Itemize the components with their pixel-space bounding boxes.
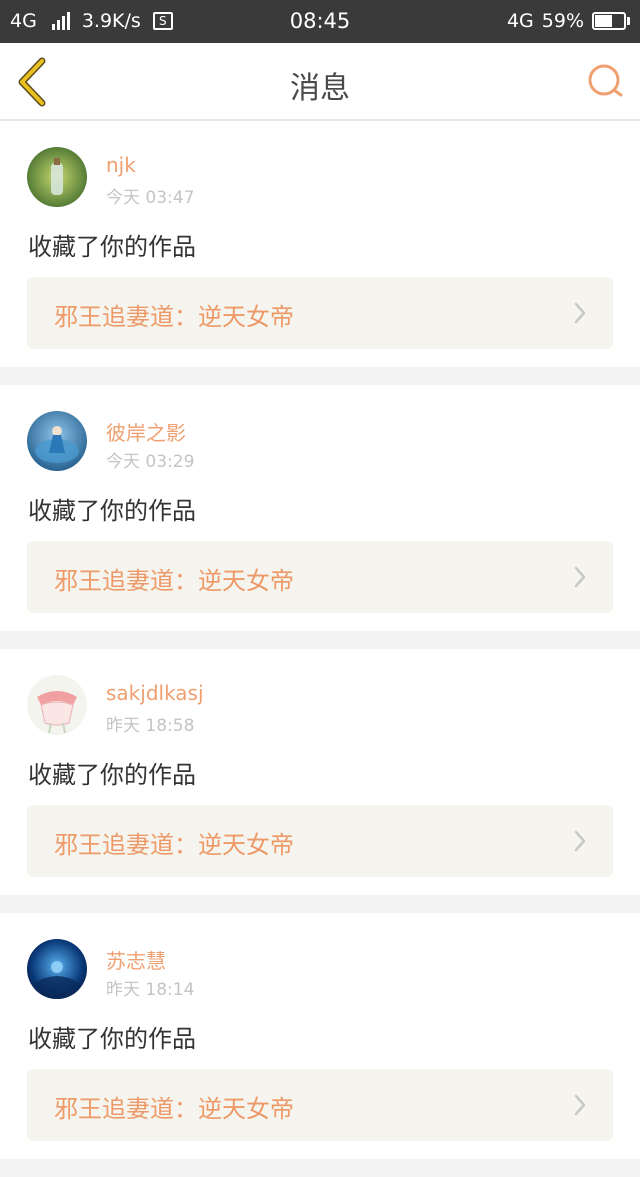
app-header: 消息 <box>0 43 640 121</box>
search-icon <box>588 64 623 97</box>
message-card: sakjdlkasj 昨天 18:58 收藏了你的作品 邪王追妻道：逆天女帝 <box>0 649 640 895</box>
message-list: njk 今天 03:47 收藏了你的作品 邪王追妻道：逆天女帝 彼岸之影 今天 … <box>0 121 640 1177</box>
chevron-right-icon <box>574 566 586 588</box>
chevron-right-icon <box>574 1094 586 1116</box>
work-link[interactable]: 邪王追妻道：逆天女帝 <box>27 541 613 613</box>
avatar[interactable] <box>27 675 87 735</box>
message-time: 今天 03:47 <box>106 188 195 208</box>
work-title: 邪王追妻道：逆天女帝 <box>54 567 294 595</box>
user-name[interactable]: 苏志慧 <box>106 945 166 974</box>
chevron-right-icon <box>574 302 586 324</box>
avatar[interactable] <box>27 939 87 999</box>
message-text: 收藏了你的作品 <box>28 497 196 525</box>
avatar-image <box>27 675 87 735</box>
status-bar: 4G 3.9K/s S 08:45 4G 59% <box>0 0 640 43</box>
avatar-image <box>27 939 87 999</box>
message-text: 收藏了你的作品 <box>28 761 196 789</box>
work-title: 邪王追妻道：逆天女帝 <box>54 303 294 331</box>
user-name[interactable]: 彼岸之影 <box>106 417 186 446</box>
avatar-image <box>27 147 87 207</box>
work-link[interactable]: 邪王追妻道：逆天女帝 <box>27 277 613 349</box>
work-link[interactable]: 邪王追妻道：逆天女帝 <box>27 1069 613 1141</box>
page-title: 消息 <box>290 71 350 106</box>
message-text: 收藏了你的作品 <box>28 233 196 261</box>
work-title: 邪王追妻道：逆天女帝 <box>54 831 294 859</box>
message-card: 彼岸之影 今天 03:29 收藏了你的作品 邪王追妻道：逆天女帝 <box>0 385 640 631</box>
battery-percent: 59% <box>541 10 584 32</box>
chevron-right-icon <box>574 830 586 852</box>
message-time: 昨天 18:14 <box>106 980 195 1000</box>
search-button[interactable] <box>586 61 626 101</box>
message-card: njk 今天 03:47 收藏了你的作品 邪王追妻道：逆天女帝 <box>0 121 640 367</box>
user-name[interactable]: njk <box>106 153 136 177</box>
message-time: 昨天 18:58 <box>106 716 195 736</box>
status-right: 4G 59% <box>507 10 630 32</box>
battery-icon <box>592 12 630 30</box>
network-type-right: 4G <box>506 10 534 32</box>
message-text: 收藏了你的作品 <box>28 1025 196 1053</box>
avatar[interactable] <box>27 411 87 471</box>
avatar-image <box>27 411 87 471</box>
avatar[interactable] <box>27 147 87 207</box>
message-card: 苏志慧 昨天 18:14 收藏了你的作品 邪王追妻道：逆天女帝 <box>0 913 640 1159</box>
user-name[interactable]: sakjdlkasj <box>106 681 204 705</box>
work-link[interactable]: 邪王追妻道：逆天女帝 <box>27 805 613 877</box>
work-title: 邪王追妻道：逆天女帝 <box>54 1095 294 1123</box>
message-time: 今天 03:29 <box>106 452 195 472</box>
